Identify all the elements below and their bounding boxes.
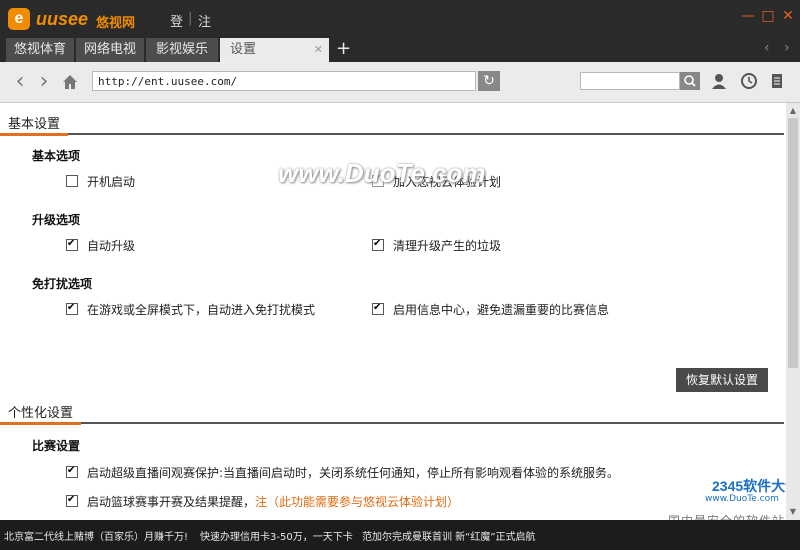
url-input[interactable]	[92, 71, 476, 91]
tab-scroll-right-button[interactable]: ›	[784, 40, 790, 56]
address-bar: ‹ › ↻	[0, 62, 800, 103]
option-basketball-reminder-label: 启动篮球赛事开赛及结果提醒，	[87, 495, 256, 509]
tab-settings-label: 设置	[230, 42, 257, 57]
news-ticker-bar: 北京富二代线上赌博（百家乐）月赚千万! 快速办理信用卡3-50万，一天下卡 范加…	[0, 520, 800, 550]
scroll-up-icon[interactable]: ▲	[786, 104, 800, 118]
dnd-options-title: 免打扰选项	[32, 277, 93, 291]
option-auto-upgrade-label: 自动升级	[87, 239, 136, 253]
uusee-logo-icon: e	[8, 8, 30, 30]
info-center-checkbox[interactable]	[372, 301, 384, 315]
option-live-protection-label: 启动超级直播间观赛保护:当直播间启动时，关闭系统任何通知，停止所有影响观看体验的…	[87, 466, 620, 480]
refresh-button[interactable]: ↻	[478, 71, 500, 91]
basketball-reminder-checkbox[interactable]	[66, 493, 78, 507]
option-info-center-label: 启用信息中心，避免遗漏重要的比赛信息	[393, 303, 610, 317]
tab-scroll-left-button[interactable]: ‹	[764, 40, 770, 56]
maximize-button[interactable]: □	[760, 8, 776, 24]
ticker-item-3[interactable]: 范加尔完成曼联首训 新“红魔”正式启航	[362, 528, 536, 543]
tab-close-icon[interactable]: ✕	[314, 38, 323, 62]
register-link[interactable]: 注	[198, 11, 211, 30]
home-icon[interactable]	[60, 72, 80, 92]
basketball-reminder-note: 注（此功能需要参与悠视云体验计划）	[255, 495, 460, 509]
scroll-down-icon[interactable]: ▼	[786, 505, 800, 519]
ticker-item-1[interactable]: 北京富二代线上赌博（百家乐）月赚千万!	[4, 528, 188, 543]
basic-settings-title: 基本设置	[0, 113, 69, 136]
notes-icon[interactable]	[768, 72, 786, 90]
back-button[interactable]: ‹	[10, 71, 30, 93]
minimize-button[interactable]: —	[740, 8, 756, 24]
new-tab-button[interactable]: +	[336, 38, 351, 60]
option-game-dnd[interactable]: 在游戏或全屏模式下，自动进入免打扰模式	[66, 301, 316, 317]
basic-settings-header: 基本设置	[0, 107, 784, 136]
option-info-center[interactable]: 启用信息中心，避免遗漏重要的比赛信息	[372, 301, 610, 317]
corner-url-text: www.DuoTe.com	[705, 494, 779, 504]
tab-settings[interactable]: 设置 ✕	[220, 38, 330, 62]
basic-options-title: 基本选项	[32, 149, 81, 163]
option-startup-label: 开机启动	[87, 175, 136, 189]
game-dnd-checkbox[interactable]	[66, 301, 78, 315]
option-game-dnd-label: 在游戏或全屏模式下，自动进入免打扰模式	[87, 303, 316, 317]
clean-upgrade-checkbox[interactable]	[372, 237, 384, 251]
upgrade-options-title: 升级选项	[32, 213, 81, 227]
startup-checkbox[interactable]	[66, 175, 78, 187]
login-separator: |	[188, 11, 193, 26]
tab-sports[interactable]: 悠视体育	[6, 38, 75, 62]
scrollbar-thumb[interactable]	[788, 118, 798, 368]
logo-wordmark: uusee	[36, 9, 89, 29]
close-window-button[interactable]: ✕	[780, 8, 796, 24]
tab-network-tv[interactable]: 网络电视	[76, 38, 145, 62]
option-clean-upgrade[interactable]: 清理升级产生的垃圾	[372, 237, 502, 253]
personal-settings-title: 个性化设置	[0, 402, 82, 425]
user-icon[interactable]	[710, 72, 728, 90]
option-clean-upgrade-label: 清理升级产生的垃圾	[393, 239, 502, 253]
logo-chinese-name: 悠视网	[96, 16, 136, 31]
login-link[interactable]: 登	[170, 11, 183, 30]
auto-upgrade-checkbox[interactable]	[66, 237, 78, 251]
clock-icon[interactable]	[740, 72, 758, 90]
search-button[interactable]	[680, 72, 700, 90]
tab-entertainment[interactable]: 影视娱乐	[146, 38, 219, 62]
search-icon	[684, 75, 696, 87]
personal-settings-header: 个性化设置	[0, 396, 784, 425]
restore-defaults-button[interactable]: 恢复默认设置	[676, 368, 768, 392]
live-protection-checkbox[interactable]	[66, 464, 78, 478]
option-auto-upgrade[interactable]: 自动升级	[66, 237, 136, 253]
option-basketball-reminder[interactable]: 启动篮球赛事开赛及结果提醒，注（此功能需要参与悠视云体验计划）	[66, 493, 460, 509]
ticker-item-2[interactable]: 快速办理信用卡3-50万，一天下卡	[200, 528, 353, 543]
match-settings-title: 比赛设置	[32, 439, 81, 453]
search-input[interactable]	[580, 72, 680, 90]
duote-watermark: www.DuoTe.com	[278, 158, 486, 188]
forward-button[interactable]: ›	[34, 71, 54, 93]
option-startup[interactable]: 开机启动	[66, 175, 135, 189]
option-live-protection[interactable]: 启动超级直播间观赛保护:当直播间启动时，关闭系统任何通知，停止所有影响观看体验的…	[66, 464, 620, 480]
title-bar: e uusee 悠视网 登 | 注 — □ ✕	[0, 0, 800, 36]
